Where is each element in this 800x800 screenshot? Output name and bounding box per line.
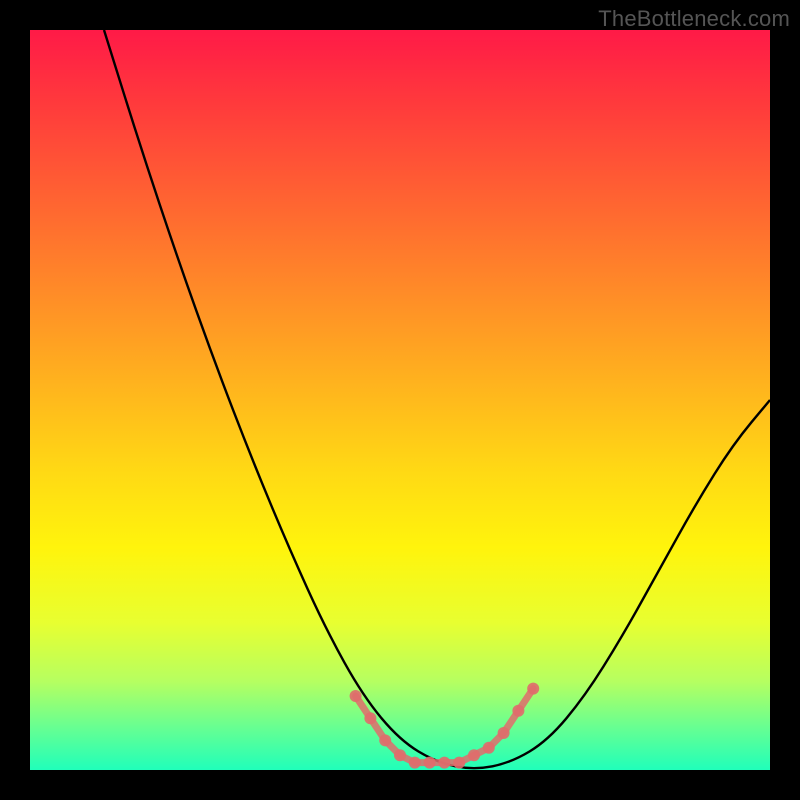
trough-marker	[424, 757, 436, 769]
trough-marker	[409, 757, 421, 769]
trough-marker	[498, 727, 510, 739]
bottleneck-curve-svg	[30, 30, 770, 770]
trough-marker	[468, 749, 480, 761]
trough-marker	[438, 757, 450, 769]
trough-marker	[512, 705, 524, 717]
trough-marker	[483, 742, 495, 754]
trough-marker	[379, 734, 391, 746]
trough-marker	[394, 749, 406, 761]
trough-marker	[350, 690, 362, 702]
trough-connector	[356, 689, 534, 763]
trough-marker	[453, 757, 465, 769]
trough-marker	[527, 683, 539, 695]
bottleneck-curve-path	[104, 30, 770, 768]
trough-marker	[364, 712, 376, 724]
watermark-text: TheBottleneck.com	[598, 6, 790, 32]
plot-area	[30, 30, 770, 770]
chart-frame: TheBottleneck.com	[0, 0, 800, 800]
trough-markers-group	[350, 683, 540, 769]
